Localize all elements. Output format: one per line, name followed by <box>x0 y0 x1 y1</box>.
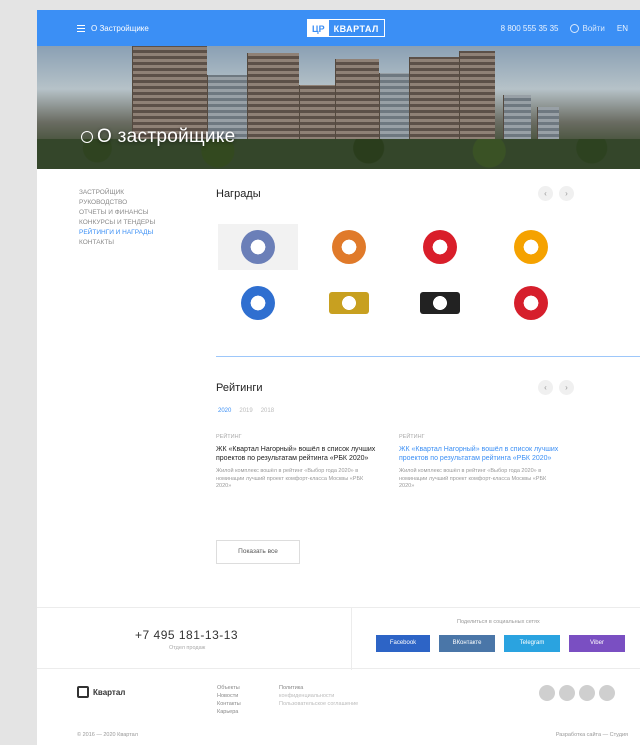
phone-number[interactable]: +7 495 181-13-13 <box>135 628 238 642</box>
sidebar-item-management[interactable]: РУКОВОДСТВО <box>79 198 189 208</box>
tab-2020[interactable]: 2020 <box>218 408 231 414</box>
footer-links: Объекты Новости Контакты Карьера <box>217 684 241 716</box>
circle-icon <box>81 131 93 143</box>
sidebar-item-reports[interactable]: ОТЧЕТЫ И ФИНАНСЫ <box>79 208 189 218</box>
telegram-share-button[interactable]: Telegram <box>504 635 560 652</box>
award-logo-icon <box>329 292 369 314</box>
social-icon[interactable] <box>599 685 615 701</box>
awards-next-button[interactable]: › <box>559 186 574 201</box>
logo-right: КВАРТАЛ <box>333 24 379 34</box>
footer-link[interactable]: Пользовательское соглашение <box>279 700 358 708</box>
sidebar-item-developer[interactable]: ЗАСТРОЙЩИК <box>79 188 189 198</box>
year-tabs: 2020 2019 2018 <box>218 408 274 414</box>
sidebar-item-tenders[interactable]: КОНКУРСЫ И ТЕНДЕРЫ <box>79 218 189 228</box>
ratings-title: Рейтинги <box>216 382 263 394</box>
rating-category: РЕЙТИНГ <box>216 434 242 440</box>
social-icon[interactable] <box>539 685 555 701</box>
login-button[interactable]: Войти <box>570 24 605 33</box>
hero-banner: О застройщике <box>37 46 640 169</box>
viber-share-button[interactable]: Viber <box>569 635 625 652</box>
award-item[interactable] <box>218 280 298 326</box>
award-item[interactable] <box>309 224 389 270</box>
footer-logo-text: Квартал <box>93 687 126 697</box>
ratings-prev-button[interactable]: ‹ <box>538 380 553 395</box>
rating-title[interactable]: ЖК «Квартал Нагорный» вошёл в список луч… <box>216 445 378 463</box>
phone-caption: Отдел продаж <box>169 645 206 651</box>
award-logo-icon <box>514 286 548 320</box>
award-logo-icon <box>332 230 366 264</box>
footer-link[interactable]: Карьера <box>217 708 241 716</box>
sidebar-nav: ЗАСТРОЙЩИК РУКОВОДСТВО ОТЧЕТЫ И ФИНАНСЫ … <box>79 188 189 248</box>
logo-mark-icon <box>77 686 89 698</box>
footer-link[interactable]: Политика <box>279 684 358 692</box>
award-logo-icon <box>514 230 548 264</box>
rating-description: Жилой комплекс вошёл в рейтинг «Выбор го… <box>399 468 547 489</box>
footer-link[interactable]: Новости <box>217 692 241 700</box>
language-switch[interactable]: EN <box>617 24 628 33</box>
footer-link[interactable]: Контакты <box>217 700 241 708</box>
footer-link[interactable]: Объекты <box>217 684 241 692</box>
hero-title: О застройщике <box>81 126 236 148</box>
rating-description: Жилой комплекс вошёл в рейтинг «Выбор го… <box>216 468 364 489</box>
ratings-next-button[interactable]: › <box>559 380 574 395</box>
footer-logo[interactable]: Квартал <box>77 686 125 698</box>
footer-link[interactable]: конфиденциальности <box>279 692 358 700</box>
developer-credit[interactable]: Разработка сайта — Студия <box>556 732 628 738</box>
rating-category: РЕЙТИНГ <box>399 434 425 440</box>
social-icon[interactable] <box>559 685 575 701</box>
footer-legal: Политика конфиденциальности Пользователь… <box>279 684 358 708</box>
copyright: © 2016 — 2020 Квартал <box>77 732 138 738</box>
tab-2019[interactable]: 2019 <box>239 408 252 414</box>
award-item[interactable] <box>218 224 298 270</box>
logo-left: ЦР <box>308 20 329 36</box>
facebook-share-button[interactable]: Facebook <box>376 635 430 652</box>
social-icon[interactable] <box>579 685 595 701</box>
page: О Застройщике ЦР КВАРТАЛ 8 800 555 35 35… <box>37 10 640 745</box>
divider-line <box>351 608 352 670</box>
award-item[interactable] <box>491 280 571 326</box>
award-logo-icon <box>241 230 275 264</box>
awards-title: Награды <box>216 188 261 200</box>
sidebar-item-awards[interactable]: РЕЙТИНГИ И НАГРАДЫ <box>79 228 189 238</box>
award-logo-icon <box>420 292 460 314</box>
hamburger-icon <box>77 25 85 32</box>
award-item[interactable] <box>309 280 389 326</box>
site-logo[interactable]: ЦР КВАРТАЛ <box>307 19 385 37</box>
rating-title[interactable]: ЖК «Квартал Нагорный» вошёл в список луч… <box>399 445 561 463</box>
award-item[interactable] <box>400 224 480 270</box>
header-phone-link[interactable]: 8 800 555 35 35 <box>501 24 559 33</box>
award-item[interactable] <box>491 224 571 270</box>
rating-card[interactable]: РЕЙТИНГ ЖК «Квартал Нагорный» вошёл в сп… <box>216 434 378 491</box>
vk-share-button[interactable]: ВКонтакте <box>439 635 495 652</box>
section-divider <box>216 356 640 357</box>
contacts-band: +7 495 181-13-13 Отдел продаж Поделиться… <box>37 607 640 670</box>
sidebar-item-contacts[interactable]: КОНТАКТЫ <box>79 238 189 248</box>
hero-title-text: О застройщике <box>97 126 236 147</box>
menu-button[interactable]: О Застройщике <box>77 24 149 33</box>
menu-label: О Застройщике <box>91 24 149 33</box>
show-all-button[interactable]: Показать все <box>216 540 300 564</box>
rating-card[interactable]: РЕЙТИНГ ЖК «Квартал Нагорный» вошёл в сп… <box>399 434 561 491</box>
login-label: Войти <box>582 24 605 33</box>
user-icon <box>570 24 580 33</box>
award-logo-icon <box>241 286 275 320</box>
tab-2018[interactable]: 2018 <box>261 408 274 414</box>
top-bar: О Застройщике ЦР КВАРТАЛ 8 800 555 35 35… <box>37 10 640 46</box>
award-logo-icon <box>423 230 457 264</box>
awards-prev-button[interactable]: ‹ <box>538 186 553 201</box>
share-label: Поделиться в социальных сетях <box>457 619 540 625</box>
award-item[interactable] <box>400 280 480 326</box>
